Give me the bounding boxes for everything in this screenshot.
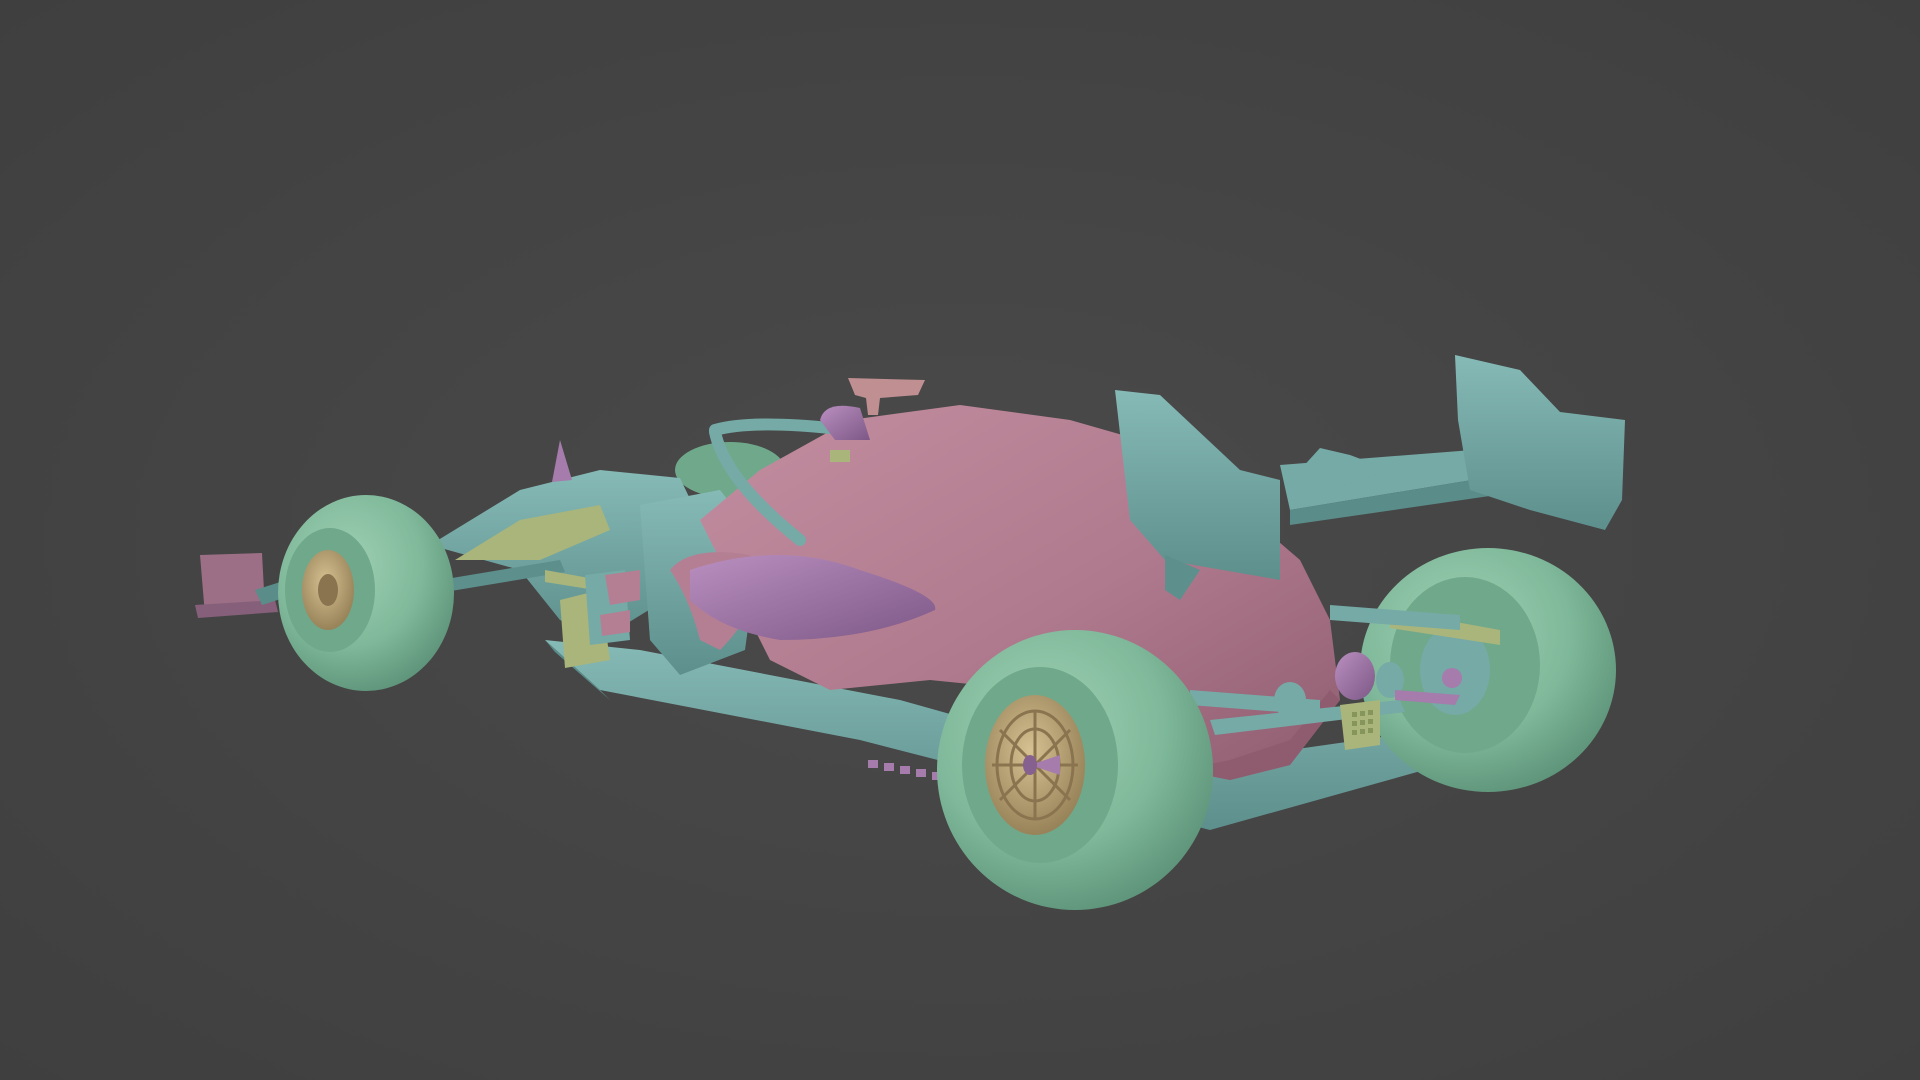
rear-right-wheel xyxy=(937,630,1213,910)
render-scene xyxy=(195,355,1625,910)
3d-viewport[interactable] xyxy=(0,0,1920,1080)
front-right-wheel xyxy=(278,495,454,691)
